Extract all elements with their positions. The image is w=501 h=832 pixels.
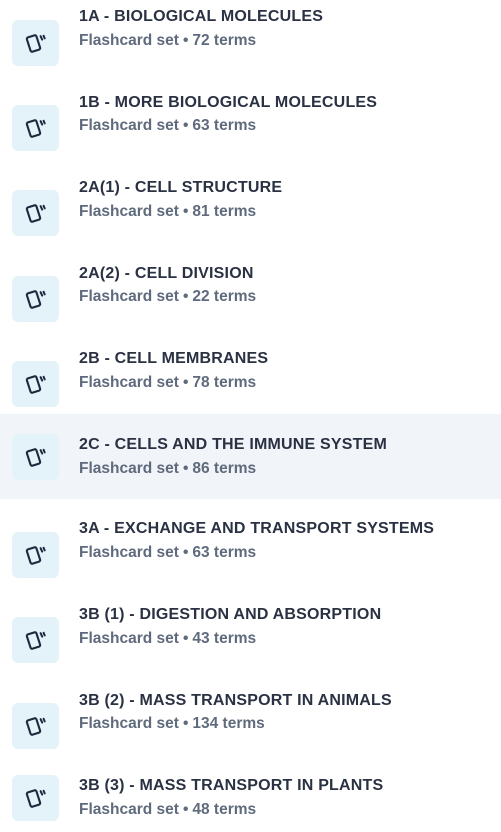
separator: • (182, 460, 189, 477)
flashcards-icon (12, 19, 59, 66)
set-row[interactable]: 3B (2) - MASS TRANSPORT IN ANIMALS Flash… (0, 683, 501, 768)
term-count: 81 terms (192, 203, 257, 220)
set-title: 2A(1) - CELL STRUCTURE (79, 179, 283, 196)
set-title: 1B - MORE BIOLOGICAL MOLECULES (79, 94, 378, 111)
set-meta: Flashcard set • 22 terms (79, 288, 256, 306)
set-title: 3B (2) - MASS TRANSPORT IN ANIMALS (79, 692, 392, 709)
set-row[interactable]: 1B - MORE BIOLOGICAL MOLECULES Flashcard… (0, 85, 501, 170)
set-type: Flashcard set (79, 32, 179, 49)
term-count: 22 terms (192, 288, 257, 305)
set-row[interactable]: 2A(1) - CELL STRUCTURE Flashcard set • 81 … (0, 170, 501, 255)
set-meta: Flashcard set • 72 terms (79, 32, 256, 50)
term-count: 43 terms (192, 630, 257, 647)
set-type: Flashcard set (79, 374, 179, 391)
separator: • (182, 801, 189, 818)
term-count: 48 terms (192, 801, 257, 818)
term-count: 78 terms (192, 374, 257, 391)
set-type: Flashcard set (79, 715, 179, 732)
separator: • (182, 117, 189, 134)
flashcards-icon (12, 360, 59, 407)
set-meta: Flashcard set • 81 terms (79, 203, 256, 221)
flashcards-icon (12, 433, 59, 480)
set-type: Flashcard set (79, 288, 179, 305)
set-meta: Flashcard set • 63 terms (79, 117, 256, 135)
set-row[interactable]: 3A - EXCHANGE AND TRANSPORT SYSTEMS Flas… (0, 512, 501, 597)
separator: • (182, 288, 189, 305)
set-title: 1A - BIOLOGICAL MOLECULES (79, 8, 324, 25)
set-meta: Flashcard set • 86 terms (79, 460, 256, 478)
set-title: 3B (1) - DIGESTION AND ABSORPTION (79, 606, 382, 623)
set-title: 2B - CELL MEMBRANES (79, 350, 269, 367)
flashcards-icon (12, 775, 59, 821)
separator: • (182, 374, 189, 391)
set-row[interactable]: 3B (1) - DIGESTION AND ABSORPTION Flashc… (0, 597, 501, 682)
flashcards-icon (12, 275, 59, 322)
flashcards-icon (12, 531, 59, 578)
set-type: Flashcard set (79, 630, 179, 647)
set-type: Flashcard set (79, 460, 179, 477)
set-type: Flashcard set (79, 117, 179, 134)
set-row[interactable]: 2A(2) - CELL DIVISION Flashcard set • 22 t… (0, 256, 501, 341)
set-meta: Flashcard set • 78 terms (79, 374, 256, 392)
flashcards-icon (12, 616, 59, 663)
term-count: 63 terms (192, 117, 257, 134)
flashcards-icon (12, 189, 59, 236)
set-meta: Flashcard set • 134 terms (79, 715, 265, 733)
set-title: 2A(2) - CELL DIVISION (79, 265, 254, 282)
set-row-hovered[interactable]: 2C - CELLS AND THE IMMUNE SYSTEM Flashca… (0, 414, 501, 499)
term-count: 63 terms (192, 544, 257, 561)
set-meta: Flashcard set • 63 terms (79, 544, 256, 562)
set-type: Flashcard set (79, 801, 179, 818)
set-title: 3A - EXCHANGE AND TRANSPORT SYSTEMS (79, 520, 435, 537)
separator: • (182, 32, 189, 49)
flashcard-set-list: 1A - BIOLOGICAL MOLECULES Flashcard set •… (0, 0, 501, 832)
set-row[interactable]: 1A - BIOLOGICAL MOLECULES Flashcard set •… (0, 0, 501, 85)
set-meta: Flashcard set • 48 terms (79, 801, 256, 819)
set-row[interactable]: 3B (3) - MASS TRANSPORT IN PLANTS Flashc… (0, 768, 501, 832)
set-type: Flashcard set (79, 203, 179, 220)
separator: • (182, 203, 189, 220)
set-meta: Flashcard set • 43 terms (79, 630, 256, 648)
separator: • (182, 715, 189, 732)
flashcards-icon (12, 702, 59, 749)
set-title: 3B (3) - MASS TRANSPORT IN PLANTS (79, 777, 384, 794)
separator: • (182, 544, 189, 561)
set-title: 2C - CELLS AND THE IMMUNE SYSTEM (79, 436, 388, 453)
set-type: Flashcard set (79, 544, 179, 561)
flashcards-icon (12, 104, 59, 151)
term-count: 134 terms (192, 715, 265, 732)
term-count: 72 terms (192, 32, 257, 49)
separator: • (182, 630, 189, 647)
term-count: 86 terms (192, 460, 257, 477)
